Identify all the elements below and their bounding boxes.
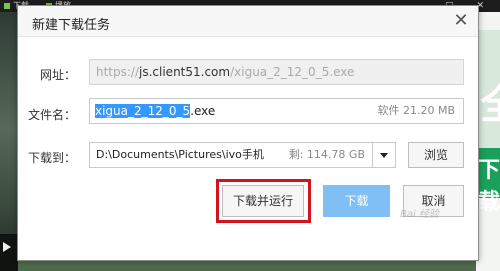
filename-label: 文件名： (27, 108, 76, 122)
url-value: https://js.client51.com/xigua_2_12_0_5.e… (96, 65, 355, 79)
close-icon[interactable]: ✕ (450, 10, 472, 32)
filename-field[interactable]: xigua_2_12_0_5.exe 软件 21.20 MB (89, 98, 464, 124)
filename-value: xigua_2_12_0_5.exe (95, 99, 215, 123)
url-field[interactable]: https://js.client51.com/xigua_2_12_0_5.e… (89, 59, 464, 85)
annotation-highlight-box (216, 179, 311, 223)
dialog-titlebar: 新建下载任务 ✕ (18, 6, 478, 37)
save-path-select[interactable]: D:\Documents\Pictures\ivo手机 剩: 114.78 GB (89, 142, 396, 168)
filename-extension: .exe (190, 104, 216, 118)
new-download-dialog: 新建下载任务 ✕ 网址： https://js.client51.com/xig… (17, 5, 479, 261)
save-path-value: D:\Documents\Pictures\ivo手机 (96, 148, 264, 161)
browse-button[interactable]: 浏览 (408, 142, 464, 168)
filename-selected-text: xigua_2_12_0_5 (95, 104, 191, 118)
background-right-char: 全 (480, 72, 500, 130)
file-size: 软件 21.20 MB (377, 104, 455, 117)
free-space: 剩: 114.78 GB (288, 148, 365, 161)
chevron-down-icon[interactable] (372, 143, 395, 167)
url-label: 网址： (39, 68, 76, 82)
background-player-bar (0, 234, 18, 271)
save-to-label: 下载到： (27, 151, 76, 165)
download-button[interactable]: 下载 (323, 185, 390, 217)
background-right-banner-text: 下载 (478, 158, 500, 215)
download-tab-icon (4, 2, 10, 9)
dialog-title: 新建下载任务 (32, 18, 111, 33)
background-left-image (0, 12, 18, 271)
play-icon[interactable] (3, 242, 11, 252)
watermark: Bai 经验 (400, 209, 439, 220)
